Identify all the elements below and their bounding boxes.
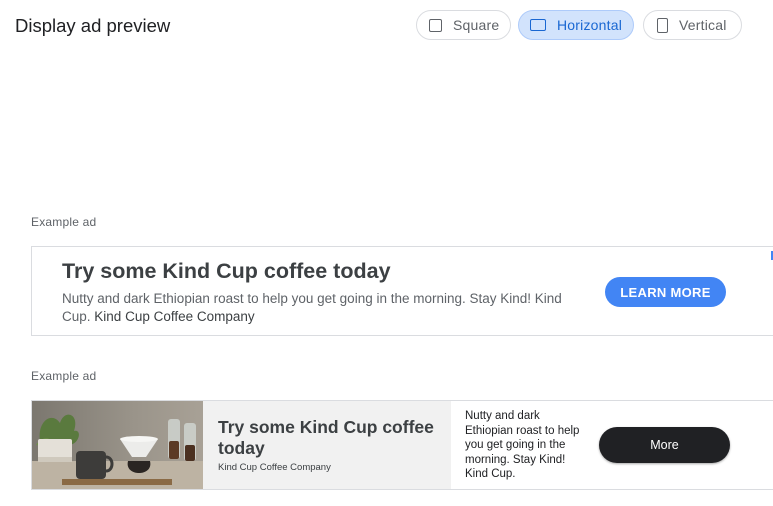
format-chip-square[interactable]: Square [416,10,511,40]
ad-text-panel: Try some Kind Cup coffee today Kind Cup … [203,401,451,489]
square-icon [429,18,442,32]
format-chip-horizontal[interactable]: Horizontal [518,10,634,40]
example-ad-text[interactable]: Try some Kind Cup coffee today Nutty and… [31,246,773,336]
format-chip-label: Horizontal [557,17,623,33]
ad-description: Nutty and dark Ethiopian roast to help y… [62,290,562,326]
horizontal-rectangle-icon [530,19,546,31]
ad-company: Kind Cup Coffee Company [94,309,255,324]
ad-headline: Try some Kind Cup coffee today [62,259,391,283]
format-chip-vertical[interactable]: Vertical [643,10,742,40]
ad-company: Kind Cup Coffee Company [218,462,331,473]
ad-description: Nutty and dark Ethiopian roast to help y… [465,410,580,480]
coffee-pour-over-photo [32,401,203,489]
learn-more-button[interactable]: LEARN MORE [605,277,726,307]
format-chip-label: Square [453,17,500,33]
ad-headline: Try some Kind Cup coffee today [218,417,434,458]
example-ad-image[interactable]: Try some Kind Cup coffee today Kind Cup … [31,400,773,490]
vertical-rectangle-icon [657,17,668,33]
page-title: Display ad preview [15,15,171,36]
example-ad-label: Example ad [31,369,97,383]
example-ad-label: Example ad [31,215,97,229]
format-chip-label: Vertical [679,17,727,33]
more-button[interactable]: More [599,427,730,463]
